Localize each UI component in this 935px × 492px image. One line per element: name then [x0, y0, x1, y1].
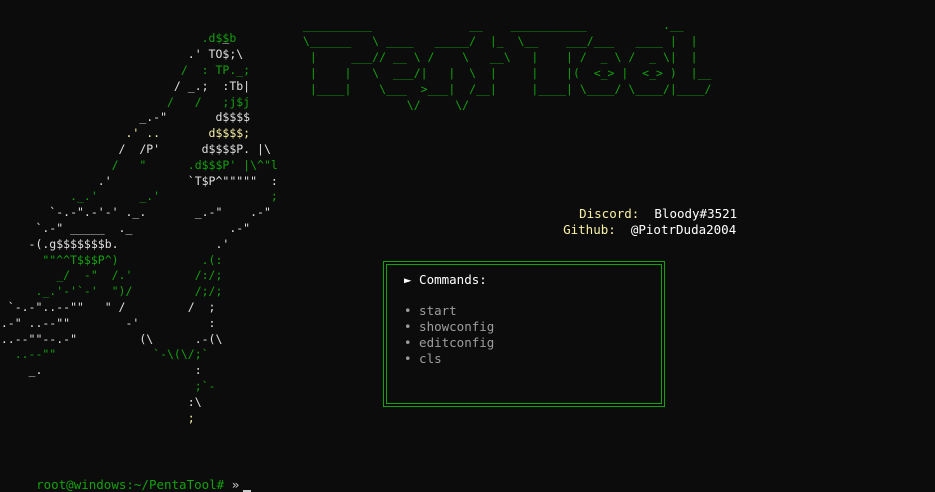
ascii-line-26: ; [0, 411, 195, 425]
command-editconfig: • editconfig [404, 335, 495, 350]
ascii-line-23: _. : [0, 363, 202, 377]
github-value: @PiotrDuda2004 [630, 222, 737, 237]
ascii-line-18: ._.'-'`-' ")/ /;/; [0, 284, 223, 298]
github-row: Github: @PiotrDuda2004 [533, 207, 736, 252]
logo-line-2: \______ \ ____ _____/ |_ \__ ___/___ ___… [296, 34, 712, 48]
ascii-line-8: .' .. d$$$$; [0, 126, 251, 140]
logo-line-4: | | \ ___/| | \ | | |( <_> | <_> ) |__ [296, 66, 712, 80]
logo-line-1: __________ __ ___________ .__ [296, 18, 705, 32]
ascii-line-5: / _.; :Tb| [0, 79, 251, 93]
ascii-line-16: ""^^T$$$P^) .(: [0, 253, 223, 267]
logo-line-6: \/ \/ [296, 98, 726, 112]
logo-line-5: |____| \___ >___| /__| |____| \____/ \__… [296, 82, 712, 96]
logo-line-3: | ___// __ \ / \ __\ | | / _ \ / _ \| | [296, 50, 712, 64]
commands-panel: ► Commands: • start • showconfig • editc… [383, 261, 665, 407]
ascii-line-9: / /P' d$$$$P. |\ [0, 142, 271, 156]
ascii-line-17: _/ -" /.' /:/; [0, 268, 223, 282]
ascii-line-3: .' TO$;\ [0, 47, 244, 61]
ascii-line-19: `-.-"..--"" " / / ; [0, 300, 216, 314]
ascii-line-15: -(.g$$$$$$$b. .' [0, 237, 230, 251]
ascii-line-21: ..--""--.-" (\ .-(\ [0, 332, 223, 346]
github-label: Github: [563, 222, 616, 237]
ascii-line-20: .-" ..--"" -' : [0, 316, 216, 330]
ascii-line-10: / " .d$$$P' |\^"l [0, 158, 278, 172]
ascii-line-6: / / ;j$j [0, 95, 251, 109]
ascii-line-13: `-.-".-'-' ._. _.-" .-" [0, 205, 271, 219]
command-showconfig: • showconfig [404, 319, 495, 334]
ascii-line-7: _.-" d$$$$ [0, 110, 251, 124]
ascii-line-22: ..--"" `-\(\/;` [0, 347, 209, 361]
terminal-prompt[interactable]: root@windows:~/PentaTool# » [21, 462, 252, 492]
command-start: • start [404, 303, 457, 318]
ascii-line-14: `.-" _____ ._ .-" [0, 221, 251, 235]
prompt-arrow: » [231, 477, 240, 492]
prompt-path: root@windows:~/PentaTool# [36, 477, 225, 492]
command-cls: • cls [404, 351, 442, 366]
ascii-line-25: :\ [0, 395, 202, 409]
ascii-line-24: ;`- [0, 379, 216, 393]
ascii-line-2: .d$$b [0, 31, 237, 45]
ascii-line-4: / : TP._; [0, 63, 251, 77]
ascii-line-11: .' `T$P^""""" : [0, 174, 278, 188]
ascii-line-12: ._.' _.' ; [0, 189, 278, 203]
commands-title: ► Commands: [404, 272, 487, 287]
